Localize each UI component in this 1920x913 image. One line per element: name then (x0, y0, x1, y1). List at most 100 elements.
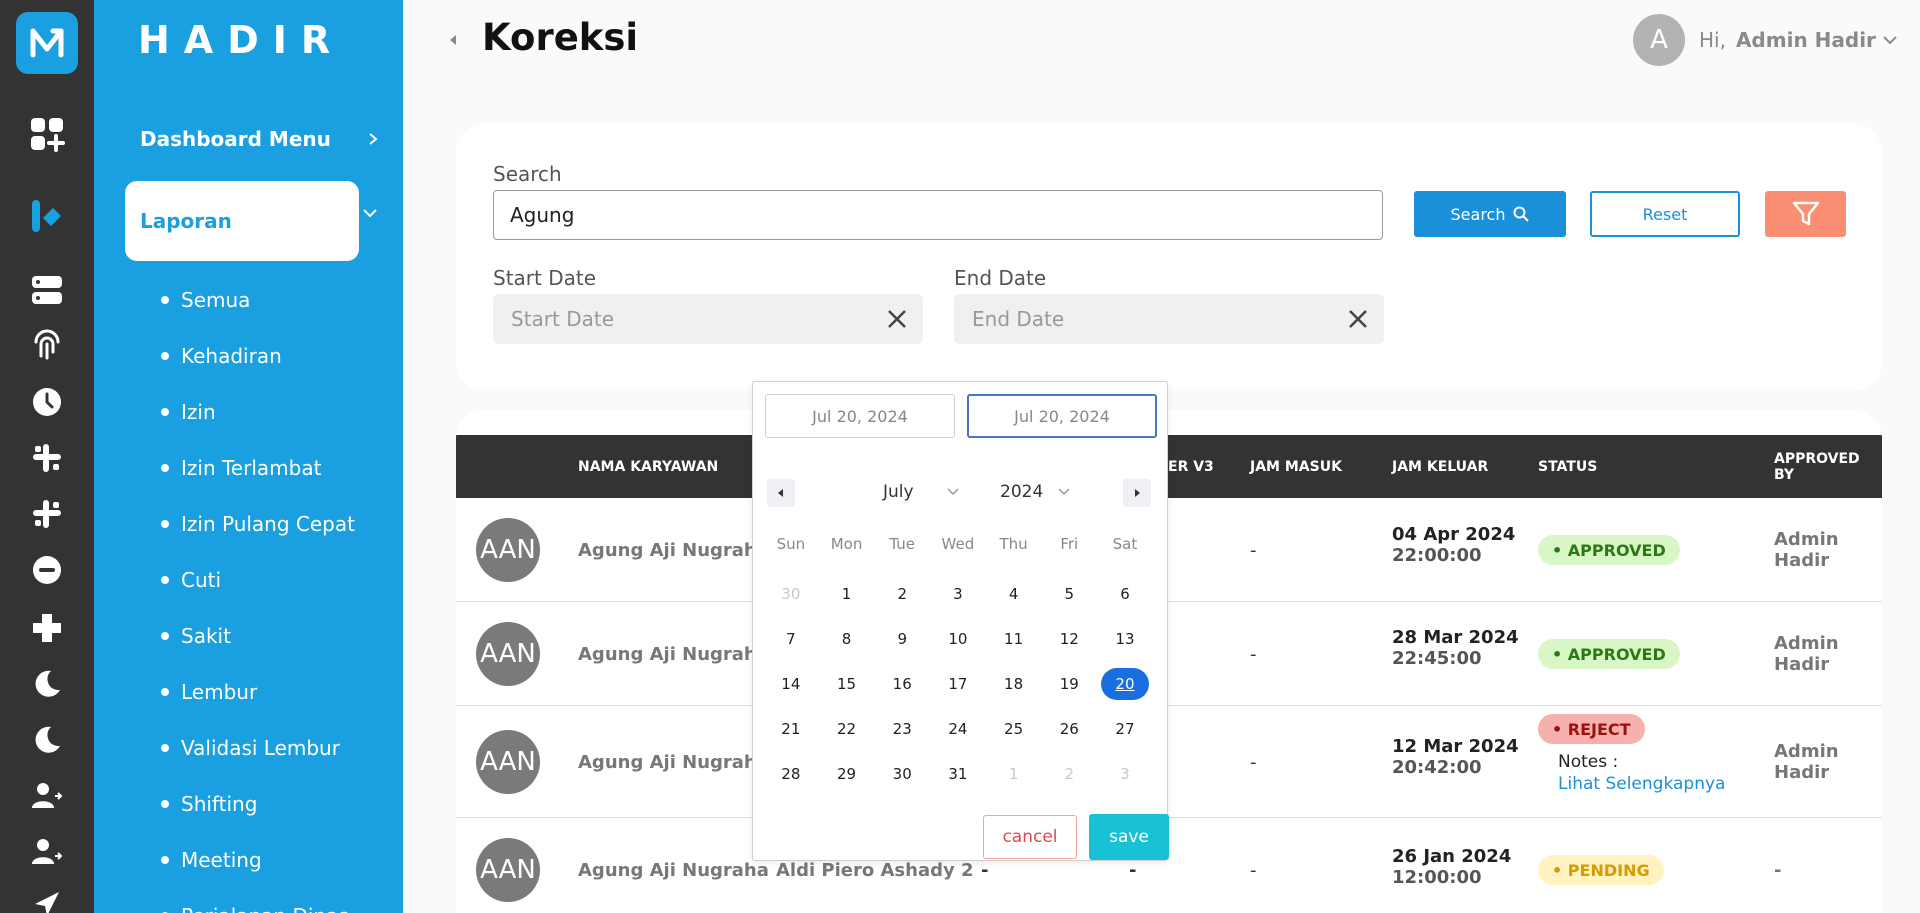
collapse-sidebar-icon[interactable] (446, 33, 460, 47)
sidebar-item-validasi-lembur[interactable]: Validasi Lembur (94, 720, 403, 776)
sidebar-item-laporan[interactable]: Laporan (125, 181, 359, 261)
calendar-day[interactable]: 8 (819, 616, 875, 661)
calendar-day[interactable]: 15 (819, 661, 875, 706)
sidebar-item-izin[interactable]: Izin (94, 384, 403, 440)
calendar-day[interactable]: 27 (1097, 706, 1153, 751)
app-logo[interactable] (16, 12, 78, 74)
cancel-button[interactable]: cancel (983, 815, 1077, 859)
calendar-day[interactable]: 13 (1097, 616, 1153, 661)
month-select[interactable]: July (883, 482, 960, 502)
weekday-label: Tue (889, 535, 916, 553)
start-date-field[interactable]: Start Date (493, 294, 923, 344)
logo-icon (30, 28, 64, 58)
calendar-day[interactable]: 9 (874, 616, 930, 661)
slack-icon-2[interactable] (27, 494, 67, 534)
calendar-day[interactable]: 4 (986, 571, 1042, 616)
save-button[interactable]: save (1089, 814, 1169, 860)
sidebar-item-izin-pulang-cepat[interactable]: Izin Pulang Cepat (94, 496, 403, 552)
calendar-day[interactable]: 19 (1041, 661, 1097, 706)
calendar-day[interactable]: 3 (930, 571, 986, 616)
sidebar-item-izin-terlambat[interactable]: Izin Terlambat (94, 440, 403, 496)
year-select[interactable]: 2024 (1000, 482, 1071, 502)
sidebar-item-shifting[interactable]: Shifting (94, 776, 403, 832)
table-row[interactable]: AAN Agung Aji Nugraha - 28 Mar 2024 22:4… (456, 602, 1882, 706)
calendar-day[interactable]: 12 (1041, 616, 1097, 661)
calendar-day[interactable]: 7 (763, 616, 819, 661)
close-icon[interactable] (885, 307, 909, 331)
next-month-button[interactable] (1123, 479, 1151, 507)
sidebar-item-lembur[interactable]: Lembur (94, 664, 403, 720)
calendar-day[interactable]: 30 (763, 571, 819, 616)
picker-start-input[interactable]: Jul 20, 2024 (765, 394, 955, 438)
calendar-day[interactable]: 23 (874, 706, 930, 751)
end-date-field[interactable]: End Date (954, 294, 1384, 344)
clock-icon[interactable] (27, 382, 67, 422)
sidebar-item-sakit[interactable]: Sakit (94, 608, 403, 664)
calendar-day[interactable]: 17 (930, 661, 986, 706)
calendar-day[interactable]: 18 (986, 661, 1042, 706)
user-menu[interactable]: A Hi, Admin Hadir (1633, 14, 1898, 66)
see-more-link[interactable]: Lihat Selengkapnya (1558, 774, 1725, 794)
calendar-day-selected[interactable]: 20 (1097, 661, 1153, 706)
calendar-day[interactable]: 22 (819, 706, 875, 751)
col-header-status: STATUS (1538, 458, 1598, 475)
minus-circle-icon[interactable] (27, 550, 67, 590)
calendar-day[interactable]: 21 (763, 706, 819, 751)
calendar-day[interactable]: 26 (1041, 706, 1097, 751)
calendar-day[interactable]: 1 (986, 751, 1042, 796)
chevron-down-icon (1058, 488, 1070, 496)
calendar-day[interactable]: 2 (874, 571, 930, 616)
calendar-day[interactable]: 3 (1097, 751, 1153, 796)
employee-name: Agung Aji Nugraha (578, 539, 769, 561)
end-date-placeholder: End Date (972, 307, 1065, 331)
approver: Admin Hadir (1774, 741, 1839, 783)
server-icon[interactable] (27, 270, 67, 310)
fingerprint-icon[interactable] (27, 324, 67, 364)
user-transfer-icon-2[interactable] (27, 832, 67, 872)
report-icon[interactable] (27, 196, 67, 236)
slack-icon[interactable] (27, 438, 67, 478)
search-button[interactable]: Search (1414, 191, 1566, 237)
calendar-day[interactable]: 24 (930, 706, 986, 751)
filter-button[interactable] (1765, 191, 1846, 237)
table-row[interactable]: AAN Agung Aji Nugraha - 12 Mar 2024 20:4… (456, 706, 1882, 818)
table-row[interactable]: AAN Agung Aji Nugraha - 04 Apr 2024 22:0… (456, 498, 1882, 602)
plane-icon[interactable] (27, 884, 67, 913)
calendar-day[interactable]: 5 (1041, 571, 1097, 616)
calendar-day[interactable]: 25 (986, 706, 1042, 751)
reset-button[interactable]: Reset (1590, 191, 1740, 237)
prev-month-button[interactable] (767, 479, 795, 507)
calendar-day[interactable]: 11 (986, 616, 1042, 661)
table-row[interactable]: AAN Agung Aji Nugraha Aldi Piero Ashady … (456, 818, 1882, 913)
close-icon[interactable] (1346, 307, 1370, 331)
calendar-day[interactable]: 6 (1097, 571, 1153, 616)
sidebar-item-perjalanan-dinas[interactable]: Perjalanan Dinas (94, 888, 403, 913)
calendar-day[interactable]: 29 (819, 751, 875, 796)
status-badge: • PENDING (1538, 855, 1664, 885)
sidebar-item-kehadiran[interactable]: Kehadiran (94, 328, 403, 384)
plus-icon[interactable] (27, 608, 67, 648)
moon-icon[interactable] (27, 664, 67, 704)
sidebar-item-semua[interactable]: Semua (94, 272, 403, 328)
sidebar-item-cuti[interactable]: Cuti (94, 552, 403, 608)
approver: Admin Hadir (1774, 633, 1839, 675)
sidebar-item-dashboard-menu[interactable]: Dashboard Menu (140, 124, 380, 154)
calendar-day[interactable]: 30 (874, 751, 930, 796)
weekday-label: Fri (1060, 535, 1079, 553)
picker-end-input[interactable]: Jul 20, 2024 (967, 394, 1157, 438)
calendar-day[interactable]: 31 (930, 751, 986, 796)
calendar-day[interactable]: 14 (763, 661, 819, 706)
dashboard-add-icon[interactable] (27, 114, 67, 154)
calendar-day[interactable]: 28 (763, 751, 819, 796)
sidebar-item-meeting[interactable]: Meeting (94, 832, 403, 888)
search-input[interactable]: Agung (493, 190, 1383, 240)
calendar-day[interactable]: 2 (1041, 751, 1097, 796)
user-transfer-icon[interactable] (27, 776, 67, 816)
icon-rail (0, 0, 94, 913)
moon-icon-2[interactable] (27, 720, 67, 760)
chevron-down-icon[interactable] (362, 206, 378, 220)
calendar-day[interactable]: 10 (930, 616, 986, 661)
status-badge: • APPROVED (1538, 639, 1680, 669)
calendar-day[interactable]: 16 (874, 661, 930, 706)
calendar-day[interactable]: 1 (819, 571, 875, 616)
